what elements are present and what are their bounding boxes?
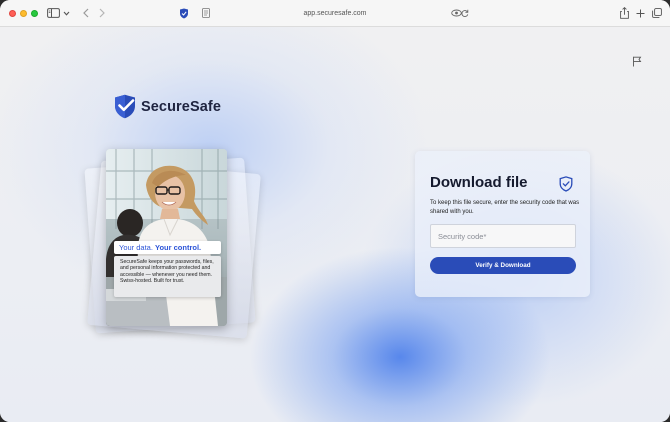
share-icon[interactable] bbox=[619, 7, 629, 19]
panel-title: Download file bbox=[430, 174, 528, 191]
verify-download-button[interactable]: Verify & Download bbox=[430, 257, 576, 274]
chevron-left-icon[interactable] bbox=[81, 7, 91, 19]
securesafe-logo-icon bbox=[115, 94, 135, 119]
sidebar-icon[interactable] bbox=[47, 7, 60, 19]
brand-name: SecureSafe bbox=[141, 98, 221, 115]
address-bar[interactable]: app.securesafe.com bbox=[260, 7, 410, 21]
promo-caption-title: Your data. Your control. bbox=[114, 241, 221, 254]
reader-icon[interactable] bbox=[201, 7, 211, 19]
chevron-down-icon[interactable] bbox=[62, 7, 70, 19]
browser-window: app.securesafe.com SecureSafe Your data.… bbox=[0, 0, 670, 422]
reload-icon[interactable] bbox=[461, 7, 469, 19]
promo-title-strong: Your control. bbox=[155, 243, 202, 252]
brand: SecureSafe bbox=[114, 94, 221, 119]
close-window-button[interactable] bbox=[9, 10, 16, 17]
minimize-window-button[interactable] bbox=[20, 10, 27, 17]
promo-photo bbox=[106, 149, 227, 326]
shield-check-icon bbox=[559, 176, 573, 192]
shield-icon[interactable] bbox=[178, 7, 189, 19]
chevron-right-icon[interactable] bbox=[97, 7, 107, 19]
flag-icon[interactable] bbox=[632, 54, 642, 67]
panel-description: To keep this file secure, enter the secu… bbox=[430, 200, 580, 215]
zoom-window-button[interactable] bbox=[31, 10, 38, 17]
security-code-input[interactable] bbox=[430, 224, 576, 248]
plus-icon[interactable] bbox=[636, 7, 645, 19]
tabs-overview-icon[interactable] bbox=[652, 7, 662, 19]
office-photo-image bbox=[106, 149, 227, 326]
promo-caption-body: SecureSafe keeps your passwords, files, … bbox=[114, 256, 221, 297]
browser-toolbar: app.securesafe.com bbox=[0, 0, 670, 27]
promo-title-lead: Your data. bbox=[119, 243, 156, 252]
